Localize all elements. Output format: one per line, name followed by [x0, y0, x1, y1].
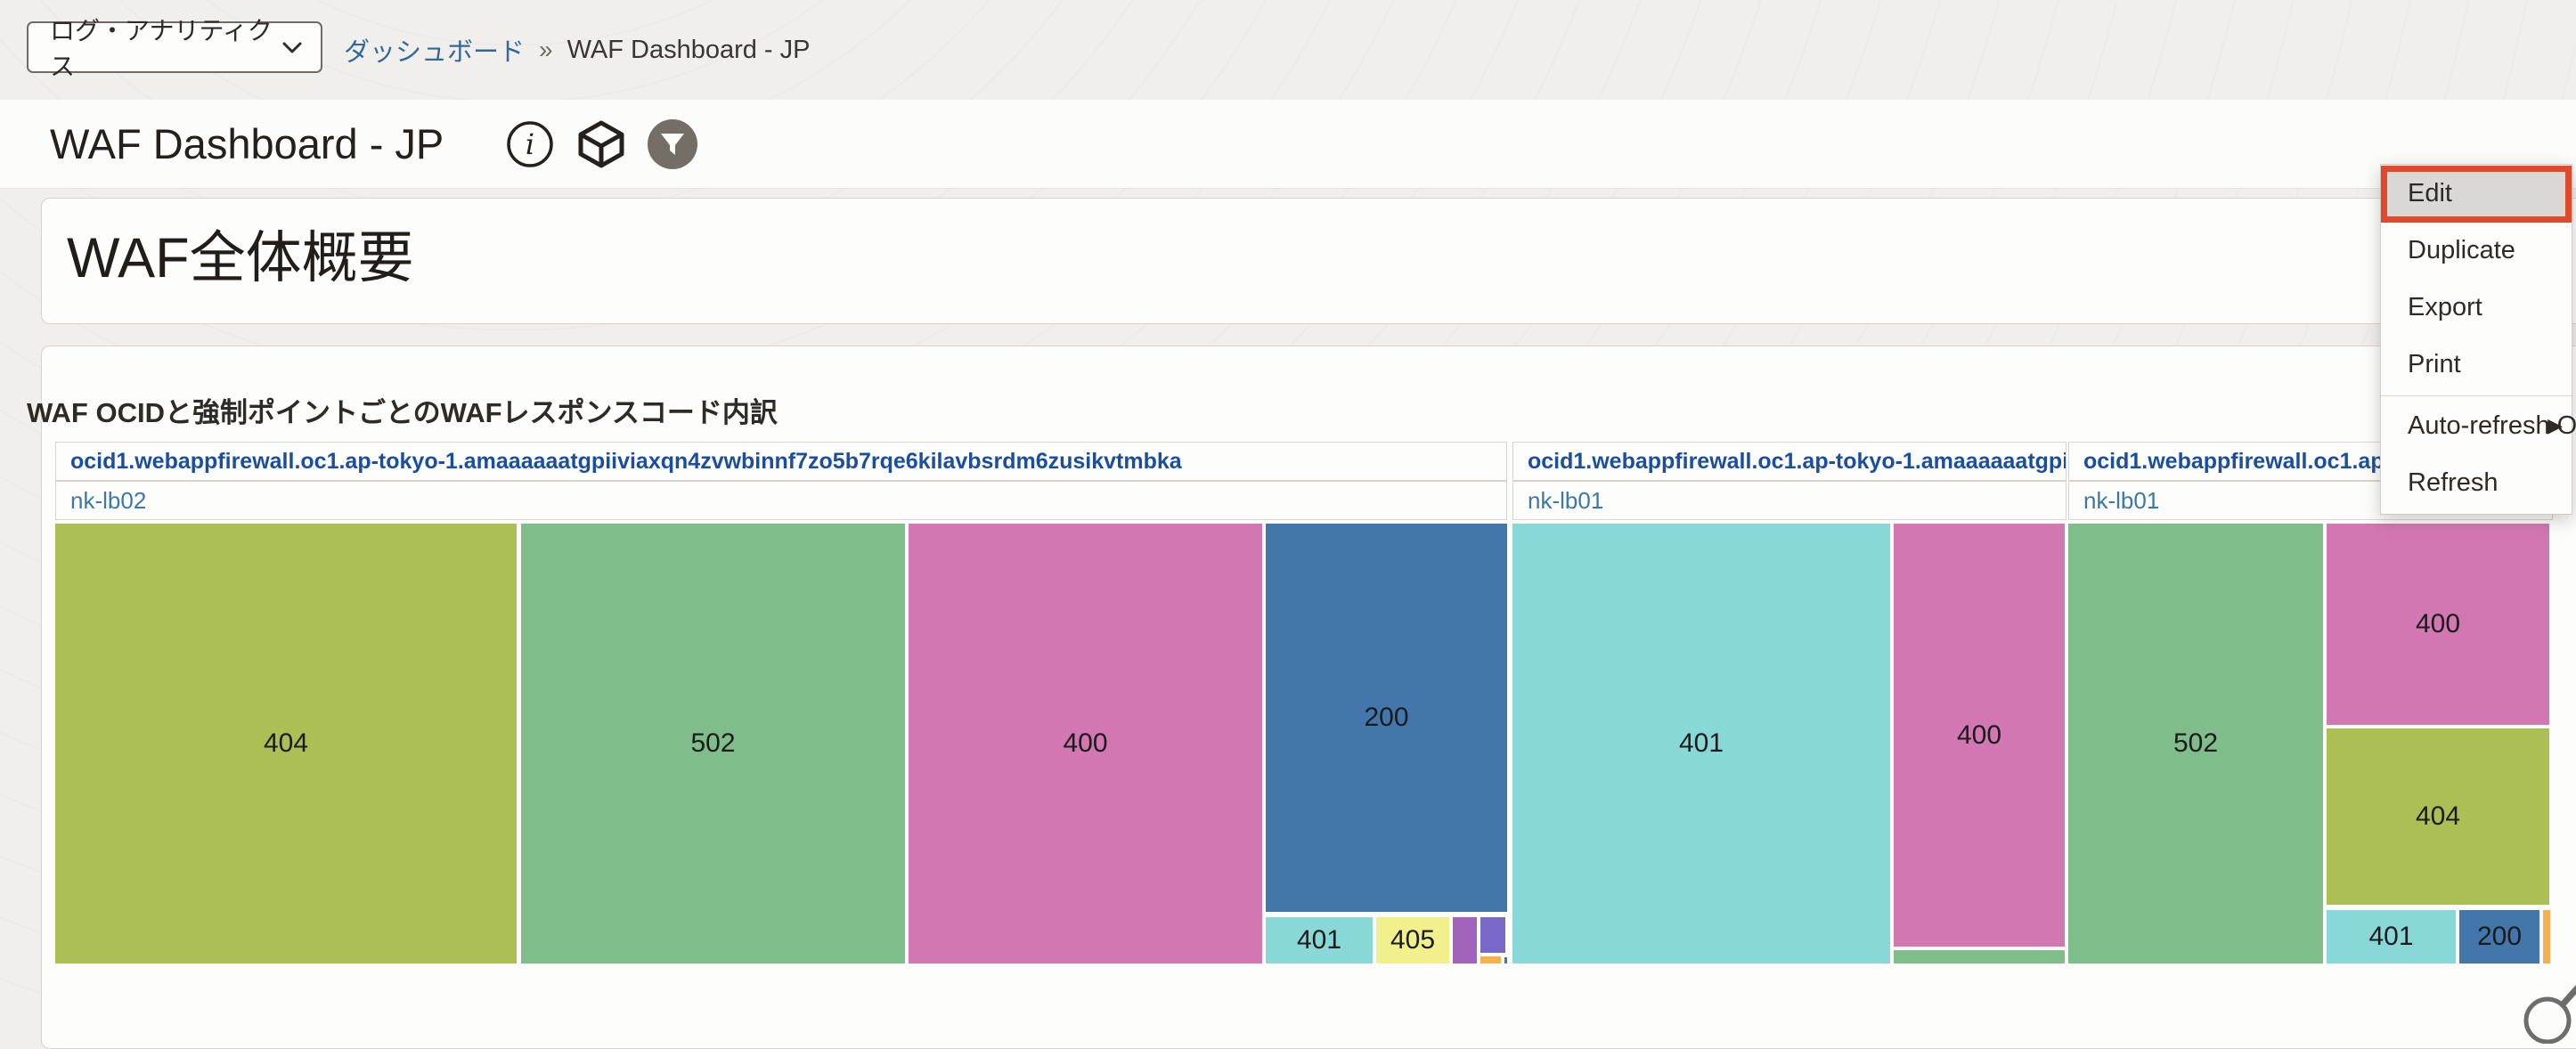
treemap-cell[interactable]	[1480, 917, 1505, 953]
treemap-cell-400[interactable]: 400	[909, 524, 1262, 964]
chart-title: WAF OCIDと強制ポイントごとのWAFレスポンスコード内訳	[27, 390, 778, 430]
treemap-cell-area: 502400404401200	[2068, 524, 2553, 964]
treemap-cell-area: 401400	[1512, 524, 2067, 964]
breadcrumb-dashboards-link[interactable]: ダッシュボード	[344, 31, 525, 69]
service-selector-label: ログ・アナリティクス	[50, 12, 281, 83]
treemap-cell-400[interactable]: 400	[1894, 524, 2065, 947]
enforcement-point-link[interactable]: nk-lb02	[55, 481, 1507, 520]
waf-ocid-link[interactable]: ocid1.webappfirewall.oc1.ap-tokyo-1.amaa…	[1512, 442, 2067, 481]
treemap-cell-404[interactable]: 404	[55, 524, 517, 964]
breadcrumb-separator: »	[539, 36, 553, 64]
menu-item-export[interactable]: Export	[2381, 280, 2572, 337]
dashboard-header: WAF Dashboard - JP i カスタム 1月 1 05:34	[0, 100, 2576, 189]
menu-item-refresh[interactable]: Refresh	[2381, 455, 2572, 512]
treemap-cell-502[interactable]: 502	[2068, 524, 2323, 964]
treemap-cell-502[interactable]: 502	[521, 524, 905, 964]
treemap-cell-404[interactable]: 404	[2327, 728, 2549, 905]
actions-menu: EditDuplicateExportPrintAuto-refresh Off…	[2380, 164, 2572, 515]
treemap-cell-200[interactable]: 200	[1266, 524, 1507, 912]
treemap-cell-401[interactable]: 401	[2327, 910, 2456, 964]
compartment-icon[interactable]	[575, 118, 627, 170]
treemap-cell-405[interactable]: 405	[1376, 917, 1449, 964]
menu-item-auto-refresh-off[interactable]: Auto-refresh Off▶	[2381, 398, 2572, 455]
treemap-cell-401[interactable]: 401	[1266, 917, 1373, 964]
submenu-arrow-icon: ▶	[2547, 398, 2563, 453]
svg-text:i: i	[526, 127, 534, 161]
treemap-cell[interactable]	[1894, 950, 2065, 964]
filter-icon-circle	[648, 119, 697, 169]
treemap-cell-area: 404502400200 401405	[55, 524, 1507, 964]
treemap-cell[interactable]	[1504, 957, 1507, 964]
waf-ocid-link[interactable]: ocid1.webappfirewall.oc1.ap-tokyo-1.amaa…	[55, 442, 1507, 481]
service-selector[interactable]: ログ・アナリティクス	[27, 21, 322, 73]
treemap-cell[interactable]	[1453, 917, 1477, 964]
treemap-cell-200[interactable]: 200	[2459, 910, 2539, 964]
section-title: WAF全体概要	[67, 213, 414, 294]
enforcement-point-link[interactable]: nk-lb01	[1512, 481, 2067, 520]
menu-item-print[interactable]: Print	[2381, 337, 2572, 394]
treemap-cell[interactable]	[2543, 910, 2550, 964]
info-icon[interactable]: i	[504, 118, 556, 170]
breadcrumb: ダッシュボード » WAF Dashboard - JP	[344, 0, 811, 100]
treemap-cell-400[interactable]: 400	[2327, 524, 2549, 725]
chevron-down-icon	[281, 33, 303, 61]
treemap-group-1: ocid1.webappfirewall.oc1.ap-tokyo-1.amaa…	[55, 442, 1507, 520]
treemap-cell-401[interactable]: 401	[1512, 524, 1890, 964]
filter-icon[interactable]	[647, 118, 698, 170]
menu-item-duplicate[interactable]: Duplicate	[2381, 223, 2572, 280]
breadcrumb-current: WAF Dashboard - JP	[567, 36, 811, 65]
page-title: WAF Dashboard - JP	[50, 100, 444, 189]
zoom-magnifier-icon[interactable]	[2523, 972, 2576, 1048]
menu-item-edit[interactable]: Edit	[2381, 166, 2572, 223]
top-bar: ログ・アナリティクス ダッシュボード » WAF Dashboard - JP	[0, 0, 2576, 100]
overview-card: WAF全体概要	[41, 198, 2576, 324]
treemap-group-2: ocid1.webappfirewall.oc1.ap-tokyo-1.amaa…	[1512, 442, 2067, 520]
menu-divider	[2381, 395, 2572, 396]
treemap-cell[interactable]	[1480, 956, 1501, 964]
